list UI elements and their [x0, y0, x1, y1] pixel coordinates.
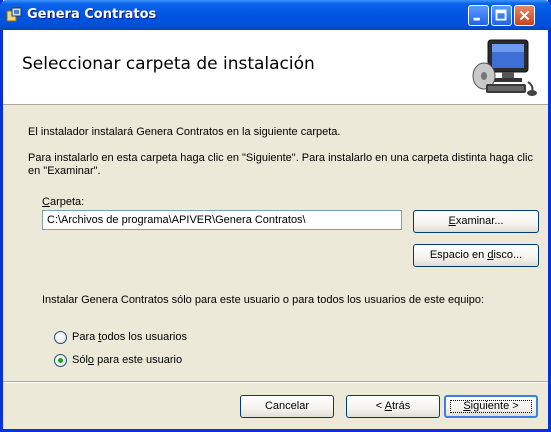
focus-ring: [450, 400, 532, 413]
window-title: Genera Contratos: [27, 7, 157, 22]
close-button[interactable]: [514, 5, 535, 26]
disk-space-button[interactable]: Espacio en disco...: [413, 244, 539, 267]
cancel-button[interactable]: Cancelar: [240, 395, 334, 418]
install-scope-question: Instalar Genera Contratos sólo para este…: [42, 294, 485, 306]
maximize-button[interactable]: [491, 5, 512, 26]
computer-install-graphic: [472, 39, 537, 96]
installer-window: Genera Contratos Seleccionar carpeta de …: [0, 0, 551, 432]
footer-divider: [3, 381, 548, 383]
folder-label: Carpeta:: [42, 196, 85, 208]
next-button[interactable]: Siguiente >: [444, 395, 538, 418]
back-button[interactable]: < Atrás: [346, 395, 440, 418]
maximize-icon: [495, 9, 507, 21]
installer-icon: [6, 7, 22, 22]
minimize-icon: [473, 17, 480, 21]
instructions-text: Para instalarlo en esta carpeta haga cli…: [28, 152, 533, 177]
browse-button[interactable]: Examinar...: [413, 210, 539, 233]
this-user-radio[interactable]: [54, 354, 67, 367]
all-users-label[interactable]: Para todos los usuarios: [72, 331, 187, 343]
title-bar[interactable]: Genera Contratos: [0, 0, 551, 30]
minimize-button[interactable]: [468, 5, 489, 26]
all-users-radio[interactable]: [54, 331, 67, 344]
wizard-header: Seleccionar carpeta de instalación: [3, 30, 548, 105]
folder-path-input[interactable]: C:\Archivos de programa\APIVER\Genera Co…: [42, 210, 402, 230]
close-icon: [519, 10, 530, 21]
this-user-label[interactable]: Sólo para este usuario: [72, 354, 182, 366]
intro-text: El instalador instalará Genera Contratos…: [28, 126, 341, 138]
page-title: Seleccionar carpeta de instalación: [22, 54, 315, 74]
